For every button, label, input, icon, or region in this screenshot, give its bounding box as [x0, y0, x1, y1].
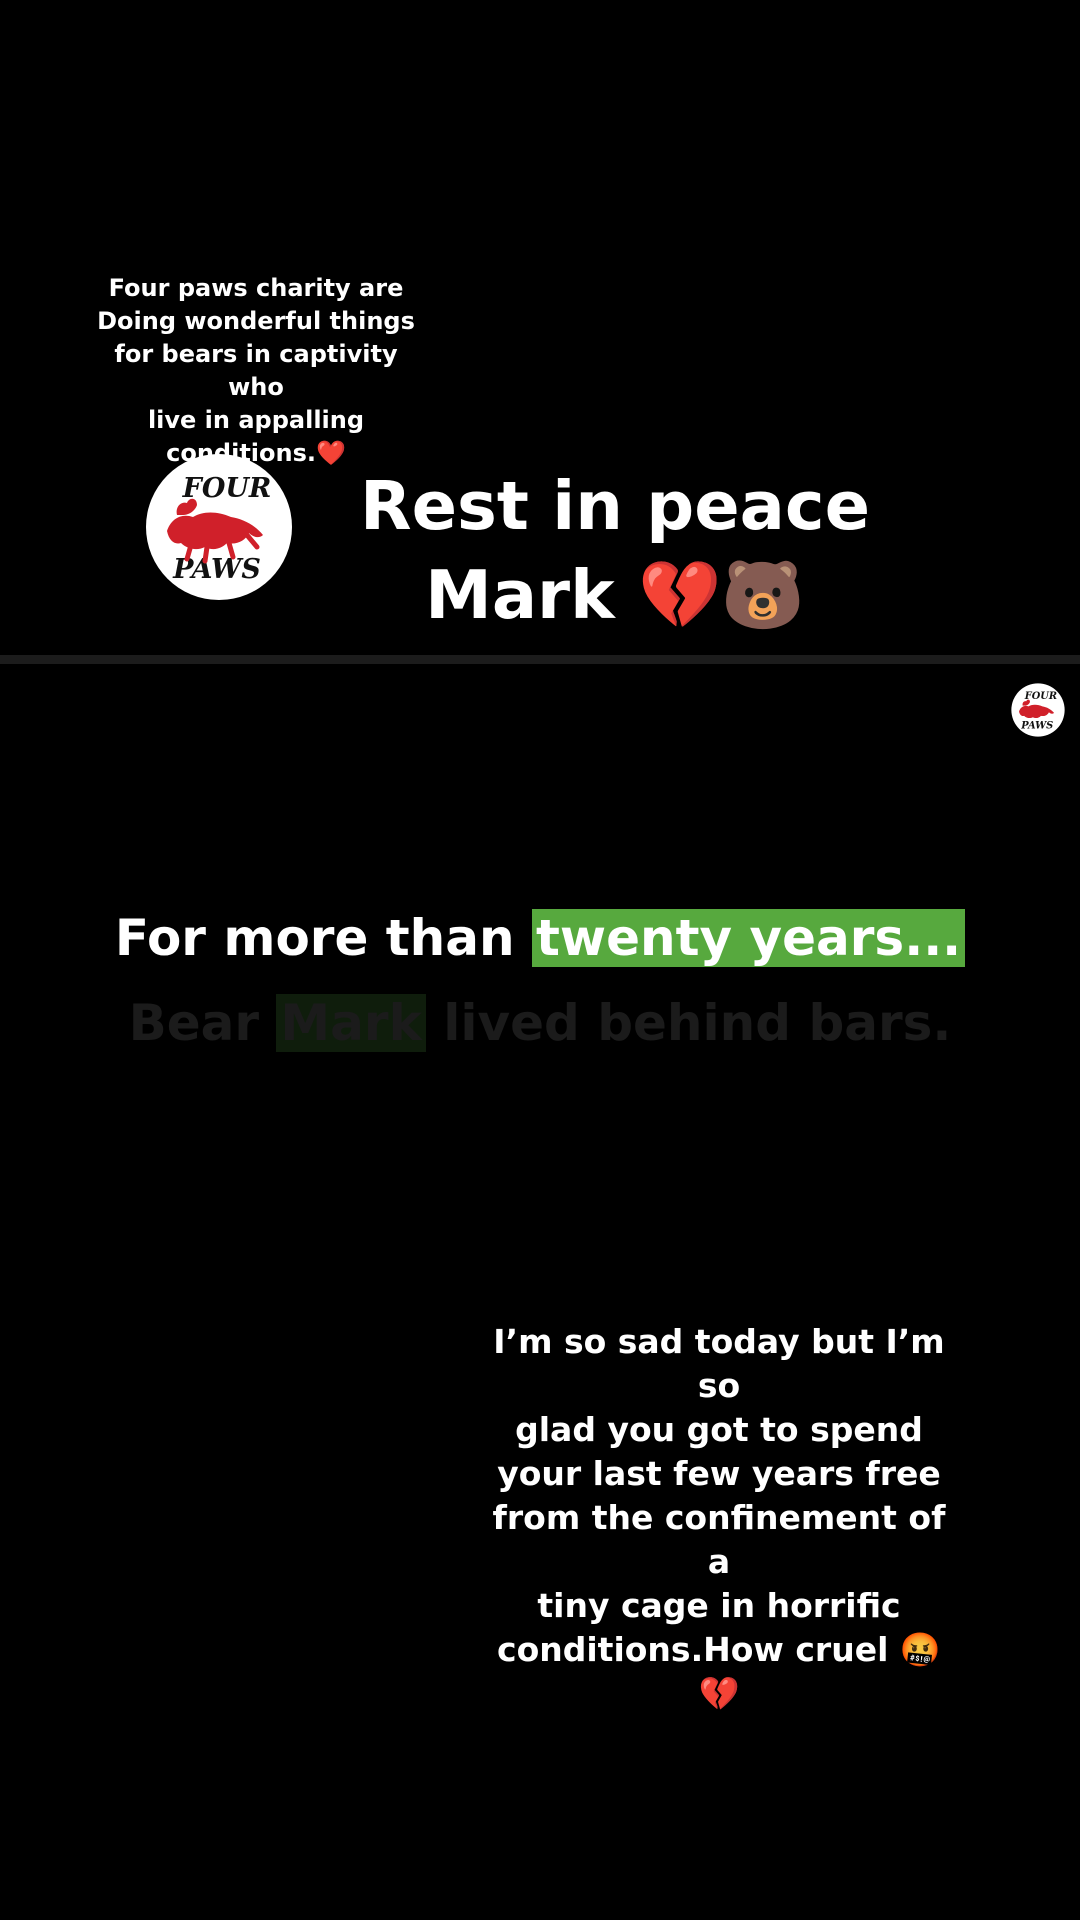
personal-caption: I’m so sad today but I’m so glad you got… — [492, 1322, 946, 1713]
four-paws-logo: FOUR PAWS — [145, 453, 293, 601]
logo-text-top: FOUR — [182, 473, 272, 504]
bottom-video-panel — [0, 664, 1080, 1920]
svg-text:PAWS: PAWS — [1020, 721, 1053, 732]
four-paws-watermark-icon: FOUR PAWS — [1011, 683, 1065, 737]
subtitle-next-part-1: Bear — [128, 994, 277, 1052]
top-video-panel: Four paws charity are Doing wonderful th… — [0, 0, 1080, 655]
subtitle-next-part-2: lived behind bars. — [425, 994, 952, 1052]
subtitle-active: For more than twenty years... — [0, 905, 1080, 971]
four-paws-watermark: FOUR PAWS — [1011, 683, 1065, 737]
video-frame: Four paws charity are Doing wonderful th… — [0, 0, 1080, 1920]
subtitle-active-plain: For more than — [114, 909, 533, 967]
memorial-title: Rest in peace Mark 💔🐻 — [359, 467, 871, 634]
four-paws-logo-icon: FOUR PAWS — [146, 454, 292, 600]
subtitle-active-highlight: twenty years... — [532, 909, 966, 967]
charity-caption: Four paws charity are Doing wonderful th… — [97, 274, 415, 467]
subtitle-next-highlight: Mark — [276, 994, 426, 1052]
subtitle-next: Bear Mark lived behind bars. — [0, 990, 1080, 1056]
panel-divider — [0, 655, 1080, 664]
